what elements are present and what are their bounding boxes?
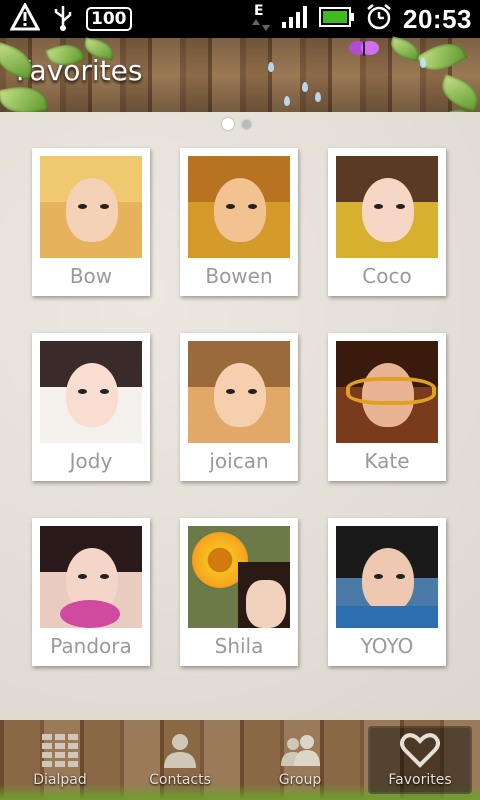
contact-name: Bowen <box>205 264 273 288</box>
signal-icon <box>281 5 309 33</box>
contact-photo <box>188 526 290 628</box>
favorite-card[interactable]: joican <box>180 333 298 481</box>
favorite-card[interactable]: Kate <box>328 333 446 481</box>
contact-name: Jody <box>69 449 113 473</box>
tab-favorites[interactable]: Favorites <box>368 726 472 794</box>
battery-100-icon: 100 <box>86 7 132 31</box>
contact-name: joican <box>209 449 269 473</box>
tab-label: Favorites <box>388 772 452 788</box>
contact-name: Coco <box>362 264 412 288</box>
tab-label: Contacts <box>149 772 211 788</box>
contact-name: Kate <box>364 449 410 473</box>
group-icon <box>281 735 320 766</box>
contact-photo <box>188 341 290 443</box>
contact-photo <box>188 156 290 258</box>
tab-label: Group <box>278 772 322 788</box>
usb-icon <box>52 3 74 35</box>
contact-name: Shila <box>214 634 264 658</box>
favorite-card[interactable]: Shila <box>180 518 298 666</box>
svg-text:E: E <box>254 3 264 19</box>
favorite-card[interactable]: Jody <box>32 333 150 481</box>
dialpad-icon <box>42 734 78 767</box>
butterfly-icon <box>349 41 379 56</box>
contact-photo <box>336 156 438 258</box>
contact-photo <box>336 526 438 628</box>
contact-photo <box>40 156 142 258</box>
favorite-card[interactable]: Coco <box>328 148 446 296</box>
network-e-icon: E <box>251 1 271 37</box>
favorite-card[interactable]: YOYO <box>328 518 446 666</box>
tab-contacts[interactable]: Contacts <box>120 720 240 800</box>
contact-name: YOYO <box>360 634 414 658</box>
tab-label: Dialpad <box>33 772 87 788</box>
tab-group[interactable]: Group <box>240 720 360 800</box>
favorite-card[interactable]: Bow <box>32 148 150 296</box>
contact-photo <box>336 341 438 443</box>
contact-name: Bow <box>69 264 113 288</box>
page-indicator <box>222 118 251 130</box>
clock: 20:53 <box>403 3 472 34</box>
battery-icon <box>319 6 355 32</box>
contact-name: Pandora <box>50 634 132 658</box>
favorite-card[interactable]: Bowen <box>180 148 298 296</box>
favorite-card[interactable]: Pandora <box>32 518 150 666</box>
page-dot <box>242 119 251 129</box>
contact-photo <box>40 526 142 628</box>
page-dot-current <box>222 118 234 130</box>
alarm-icon <box>365 3 393 35</box>
contact-photo <box>40 341 142 443</box>
status-bar: 100 E 20:53 <box>0 0 480 38</box>
heart-icon <box>400 733 440 768</box>
warning-icon <box>9 1 41 35</box>
person-icon <box>164 734 196 768</box>
tab-dialpad[interactable]: Dialpad <box>0 720 120 800</box>
bottom-tab-bar: Dialpad Contacts Group Favorites <box>0 720 480 800</box>
